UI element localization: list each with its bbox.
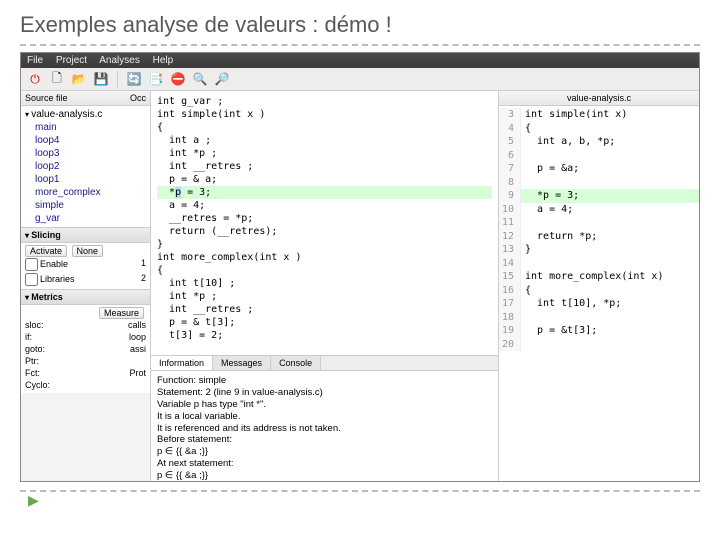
enable-checkbox[interactable] xyxy=(25,258,38,271)
activate-button[interactable]: Activate xyxy=(25,245,67,257)
libraries-count: 2 xyxy=(141,273,146,286)
tree-item[interactable]: main xyxy=(23,121,148,134)
tree-item[interactable]: loop1 xyxy=(23,173,148,186)
tab-console[interactable]: Console xyxy=(271,356,321,370)
original-code-view[interactable]: 3int simple(int x)4{5 int a, b, *p;67 p … xyxy=(499,106,699,481)
col-source-file: Source file xyxy=(25,93,130,103)
metric-value: calls xyxy=(128,320,146,330)
tree-item[interactable]: g_var xyxy=(23,212,148,225)
slicing-panel-title[interactable]: Slicing xyxy=(21,227,150,243)
tree-item[interactable]: loop2 xyxy=(23,160,148,173)
slide-title: Exemples analyse de valeurs : démo ! xyxy=(0,0,720,44)
center-panel: int g_var ;int simple(int x ){ int a ; i… xyxy=(151,91,499,481)
normalized-code-view[interactable]: int g_var ;int simple(int x ){ int a ; i… xyxy=(151,91,498,355)
open-icon[interactable]: 📂 xyxy=(71,71,87,87)
menu-project[interactable]: Project xyxy=(56,55,87,66)
tree-item[interactable]: simple xyxy=(23,199,148,212)
metric-label: Fct: xyxy=(25,368,40,378)
right-panel: value-analysis.c 3int simple(int x)4{5 i… xyxy=(499,91,699,481)
libraries-label: Libraries xyxy=(40,274,75,284)
tree-item[interactable]: loop4 xyxy=(23,134,148,147)
zoom-in-icon[interactable]: 🔎 xyxy=(214,71,230,87)
measure-button[interactable]: Measure xyxy=(99,307,144,319)
toolbar: ⏻ 🗋 📂 💾 🔄 📑 ⛔ 🔍 🔎 xyxy=(21,68,699,91)
app-window: File Project Analyses Help ⏻ 🗋 📂 💾 🔄 📑 ⛔… xyxy=(20,52,700,482)
power-icon[interactable]: ⏻ xyxy=(27,71,43,87)
menu-help[interactable]: Help xyxy=(153,55,174,66)
tree-item[interactable]: more_complex xyxy=(23,186,148,199)
menubar: File Project Analyses Help xyxy=(21,53,699,68)
left-panel: Source file Occ value-analysis.c main lo… xyxy=(21,91,151,481)
slicing-panel: Activate None Enable 1 Libraries 2 xyxy=(21,243,150,289)
none-button[interactable]: None xyxy=(72,245,104,257)
tab-information[interactable]: Information xyxy=(151,356,213,370)
metric-label: goto: xyxy=(25,344,45,354)
metric-label: if: xyxy=(25,332,32,342)
information-panel: Function: simpleStatement: 2 (line 9 in … xyxy=(151,371,498,481)
source-filename: value-analysis.c xyxy=(499,91,699,106)
main-area: Source file Occ value-analysis.c main lo… xyxy=(21,91,699,481)
enable-count: 1 xyxy=(141,258,146,271)
libraries-checkbox[interactable] xyxy=(25,273,38,286)
metrics-panel-title[interactable]: Metrics xyxy=(21,289,150,305)
menu-file[interactable]: File xyxy=(27,55,43,66)
copy-icon[interactable]: 📑 xyxy=(148,71,164,87)
slide-bullet-icon: ▶ xyxy=(28,492,720,509)
metric-value: Prot xyxy=(129,368,146,378)
divider-top xyxy=(20,44,700,46)
source-tree-header: Source file Occ xyxy=(21,91,150,106)
bottom-tabs: Information Messages Console xyxy=(151,355,498,371)
new-file-icon[interactable]: 🗋 xyxy=(49,71,65,87)
toolbar-separator xyxy=(117,71,118,87)
source-tree[interactable]: value-analysis.c main loop4 loop3 loop2 … xyxy=(21,106,150,227)
stop-icon[interactable]: ⛔ xyxy=(170,71,186,87)
metric-label: Ptr: xyxy=(25,356,39,366)
metrics-panel: Measure sloc: calls if: loop goto: assi Ptr… xyxy=(21,305,150,393)
refresh-icon[interactable]: 🔄 xyxy=(126,71,142,87)
metric-value: assi xyxy=(130,344,146,354)
metric-label: Cyclo: xyxy=(25,380,50,390)
tree-item[interactable]: loop3 xyxy=(23,147,148,160)
tree-root[interactable]: value-analysis.c xyxy=(23,108,148,121)
enable-label: Enable xyxy=(40,259,68,269)
metric-value: loop xyxy=(129,332,146,342)
col-occ: Occ xyxy=(130,93,146,103)
menu-analyses[interactable]: Analyses xyxy=(99,55,140,66)
save-icon[interactable]: 💾 xyxy=(93,71,109,87)
tab-messages[interactable]: Messages xyxy=(213,356,271,370)
zoom-out-icon[interactable]: 🔍 xyxy=(192,71,208,87)
metric-label: sloc: xyxy=(25,320,44,330)
